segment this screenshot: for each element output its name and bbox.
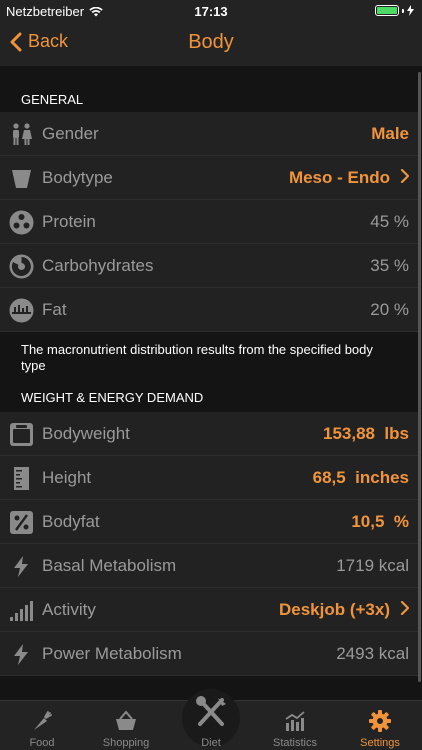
- fat-icon: [9, 298, 34, 323]
- statistics-icon: [285, 711, 305, 731]
- height-label: Height: [42, 467, 92, 487]
- carbohydrates-label: Carbohydrates: [42, 255, 154, 275]
- protein-icon: [9, 210, 34, 235]
- tab-shopping[interactable]: Shopping: [84, 701, 168, 750]
- tab-settings[interactable]: Settings: [338, 701, 422, 750]
- fat-value: 20 %: [370, 299, 409, 319]
- tab-food[interactable]: Food: [0, 701, 84, 750]
- carbohydrates-icon: [9, 254, 34, 279]
- gender-icon: [13, 123, 32, 145]
- fat-label: Fat: [42, 299, 67, 319]
- basket-icon: [116, 710, 136, 730]
- tab-settings-label: Settings: [360, 737, 400, 749]
- tab-diet[interactable]: Diet: [169, 696, 253, 750]
- chevron-right-icon: [400, 600, 409, 615]
- tab-statistics[interactable]: Statistics: [253, 701, 337, 750]
- activity-bars-icon: [10, 601, 33, 621]
- protein-label: Protein: [42, 211, 96, 231]
- percent-icon: [10, 511, 33, 534]
- scrollbar[interactable]: [418, 72, 421, 682]
- status-bar: Netzbetreiber 17:13: [0, 0, 422, 22]
- lightning-icon: [14, 556, 28, 577]
- power-metabolism-row: Power Metabolism 2493 kcal: [0, 632, 418, 676]
- tab-statistics-label: Statistics: [272, 737, 317, 749]
- bodyweight-row[interactable]: Bodyweight 153,88 lbs: [0, 412, 418, 456]
- bodyweight-label: Bodyweight: [42, 423, 130, 443]
- fat-row: Fat 20 %: [0, 288, 418, 332]
- tab-shopping-label: Shopping: [102, 737, 150, 749]
- status-time: 17:13: [194, 4, 228, 19]
- battery-icon: [375, 5, 414, 16]
- page-title: Body: [188, 31, 234, 53]
- basal-metabolism-label: Basal Metabolism: [42, 555, 177, 575]
- chevron-right-icon: [400, 168, 409, 183]
- tab-bar: Food Shopping Diet Statistics Settings: [0, 689, 422, 750]
- section-header-weight-energy: WEIGHT & ENERGY DEMAND: [21, 390, 204, 405]
- bodytype-value-text: Meso - Endo: [288, 167, 390, 187]
- gender-value: Male: [371, 123, 409, 143]
- bodyweight-value: 153,88 lbs: [322, 423, 409, 443]
- gear-icon: [369, 710, 391, 732]
- settings-list[interactable]: GENERAL Gender Male Bodytype Meso - Endo: [0, 66, 422, 700]
- bodytype-icon: [12, 170, 31, 188]
- activity-row[interactable]: Activity Deskjob (+3x): [0, 588, 418, 632]
- bodyfat-row[interactable]: Bodyfat 10,5 %: [0, 500, 418, 544]
- gender-row[interactable]: Gender Male: [0, 112, 418, 156]
- lightning-icon: [14, 644, 28, 665]
- bodyfat-value: 10,5 %: [351, 511, 409, 531]
- tab-food-label: Food: [29, 737, 55, 749]
- bodytype-value: Meso - Endo: [289, 168, 409, 188]
- basal-metabolism-value: 1719 kcal: [336, 555, 409, 575]
- carbohydrates-value: 35 %: [370, 255, 409, 275]
- carbohydrates-row: Carbohydrates 35 %: [0, 244, 418, 288]
- scale-icon: [10, 423, 33, 446]
- height-row[interactable]: Height 68,5 inches: [0, 456, 418, 500]
- macronutrient-note: The macronutrient distribution results f…: [0, 332, 418, 376]
- activity-value: Deskjob (+3x): [279, 600, 409, 620]
- tab-diet-label: Diet: [201, 737, 221, 749]
- fork-knife-icon: [196, 696, 226, 726]
- protein-row: Protein 45 %: [0, 200, 418, 244]
- section-header-general: GENERAL: [21, 92, 84, 107]
- power-metabolism-value: 2493 kcal: [336, 643, 409, 663]
- height-icon: [14, 467, 29, 490]
- charging-icon: [407, 5, 414, 16]
- protein-value: 45 %: [370, 211, 409, 231]
- navigation-bar: Back Body: [0, 22, 422, 66]
- activity-value-text: Deskjob (+3x): [278, 599, 390, 619]
- carrot-icon: [34, 711, 52, 730]
- activity-label: Activity: [42, 599, 96, 619]
- power-metabolism-label: Power Metabolism: [42, 643, 182, 663]
- basal-metabolism-row: Basal Metabolism 1719 kcal: [0, 544, 418, 588]
- bodyfat-label: Bodyfat: [42, 511, 100, 531]
- bodytype-row[interactable]: Bodytype Meso - Endo: [0, 156, 418, 200]
- gender-label: Gender: [42, 123, 99, 143]
- height-value: 68,5 inches: [312, 467, 409, 487]
- bodytype-label: Bodytype: [42, 167, 113, 187]
